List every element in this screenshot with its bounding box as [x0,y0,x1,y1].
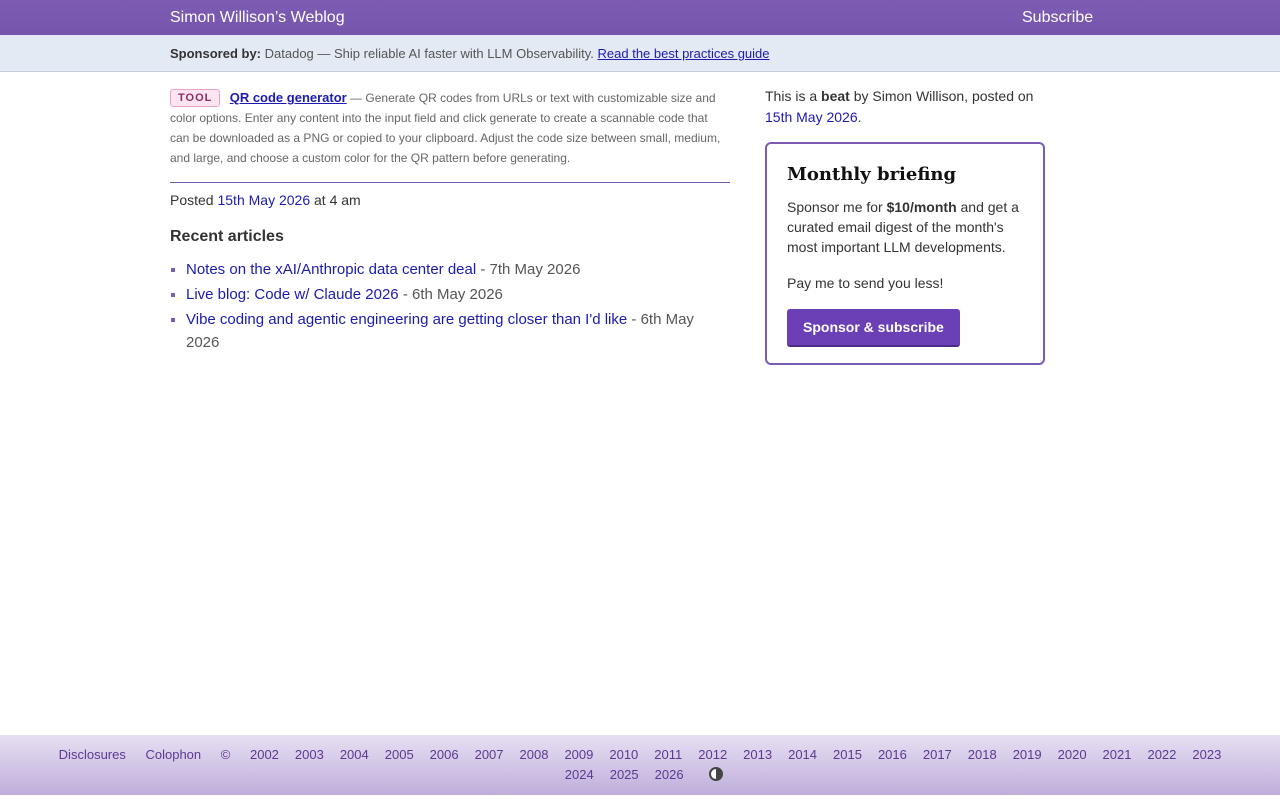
footer-year-link[interactable]: 2004 [340,747,369,762]
briefing-price: $10/month [886,199,957,215]
sponsor-banner-content: Sponsored by: Datadog — Ship reliable AI… [170,46,770,61]
footer-year-link[interactable]: 2007 [475,747,504,762]
beat-word: beat [821,88,850,104]
tool-entry: TOOL QR code generator — Generate QR cod… [170,88,730,168]
footer-year-link[interactable]: 2016 [878,747,907,762]
footer-year-link[interactable]: 2002 [250,747,279,762]
footer-year-link[interactable]: 2006 [430,747,459,762]
briefing-text-prefix: Sponsor me for [787,199,883,215]
footer-year-link[interactable]: 2020 [1058,747,1087,762]
briefing-text-2: Pay me to send you less! [787,275,944,291]
footer-year-link[interactable]: 2008 [520,747,549,762]
footer-year-link[interactable]: 2024 [565,767,594,782]
beat-prefix: This is a [765,88,818,104]
recent-article-date: - 6th May 2026 [402,286,503,303]
recent-article-link[interactable]: Vibe coding and agentic engineering are … [186,311,627,328]
monthly-briefing-card: Monthly briefing Sponsor me for $10/mont… [765,142,1045,365]
footer-year-link[interactable]: 2019 [1013,747,1042,762]
posted-date-link[interactable]: 15th May 2026 [217,192,310,208]
footer-years-row-1: 2002 2003 2004 2005 2006 2007 2008 2009 2010 2011… [242,747,1229,762]
recent-articles-heading: Recent articles [170,228,284,245]
footer-year-link[interactable]: 2023 [1192,747,1221,762]
footer-year-link[interactable]: 2010 [609,747,638,762]
recent-article-date: - 7th May 2026 [480,261,581,278]
footer-year-link[interactable]: 2003 [295,747,324,762]
footer-year-link[interactable]: 2011 [654,747,682,762]
footer-year-link[interactable]: 2017 [923,747,952,762]
footer-year-link[interactable]: 2013 [743,747,772,762]
copyright-symbol: © [220,747,231,762]
footer-year-link[interactable]: 2012 [698,747,727,762]
sponsor-text: Datadog — Ship reliable AI faster with L… [264,46,594,61]
entry-divider [170,182,730,183]
briefing-text: Sponsor me for $10/month and get a curat… [787,197,1023,257]
footer-year-link[interactable]: 2018 [968,747,997,762]
tool-badge[interactable]: TOOL [170,89,221,107]
list-item: Live blog: Code w/ Claude 2026 - 6th May… [186,283,730,306]
footer-disclosures-link[interactable]: Disclosures [59,747,126,762]
sidebar: This is a beat by Simon Willison, posted… [765,86,1045,365]
sponsor-subscribe-button[interactable]: Sponsor & subscribe [787,309,960,347]
beat-date-link[interactable]: 15th May 2026 [765,109,858,125]
footer-year-link[interactable]: 2021 [1103,747,1132,762]
footer-row-1: Disclosures Colophon © 2002 2003 2004 2005 2… [0,747,1280,762]
footer-years-row-2: 2024 2025 2026 [557,767,692,782]
footer-year-link[interactable]: 2014 [788,747,817,762]
tool-title-link[interactable]: QR code generator [230,90,347,105]
recent-articles-list: Notes on the xAI/Anthropic data center d… [170,258,730,354]
sponsor-guide-link[interactable]: Read the best practices guide [598,46,770,61]
beat-note: This is a beat by Simon Willison, posted… [765,86,1045,128]
site-footer: Disclosures Colophon © 2002 2003 2004 2005 2… [0,735,1280,795]
footer-year-link[interactable]: 2025 [610,767,639,782]
posted-meta: Posted 15th May 2026 at 4 am [170,192,730,208]
footer-year-link[interactable]: 2005 [385,747,414,762]
footer-year-link[interactable]: 2026 [655,767,684,782]
posted-time: at 4 am [314,192,361,208]
site-header: Simon Willison’s Weblog Subscribe [0,0,1280,35]
footer-year-link[interactable]: 2009 [564,747,593,762]
main-content: TOOL QR code generator — Generate QR cod… [170,88,730,356]
sponsor-banner: Sponsored by: Datadog — Ship reliable AI… [0,35,1280,72]
footer-year-link[interactable]: 2015 [833,747,862,762]
recent-article-link[interactable]: Live blog: Code w/ Claude 2026 [186,286,399,303]
recent-article-link[interactable]: Notes on the xAI/Anthropic data center d… [186,261,476,278]
beat-end: . [857,109,862,125]
footer-row-2: 2024 2025 2026 [0,767,1280,782]
beat-suffix: by Simon Willison, posted on [853,88,1034,104]
briefing-title: Monthly briefing [787,164,957,185]
list-item: Vibe coding and agentic engineering are … [186,308,730,354]
subscribe-link[interactable]: Subscribe [1022,9,1093,27]
sponsor-label: Sponsored by: [170,46,262,61]
list-item: Notes on the xAI/Anthropic data center d… [186,258,730,281]
posted-prefix: Posted [170,192,214,208]
footer-colophon-link[interactable]: Colophon [145,747,201,762]
contrast-toggle-icon[interactable] [709,767,724,781]
footer-year-link[interactable]: 2022 [1147,747,1176,762]
site-title-link[interactable]: Simon Willison’s Weblog [170,9,345,27]
